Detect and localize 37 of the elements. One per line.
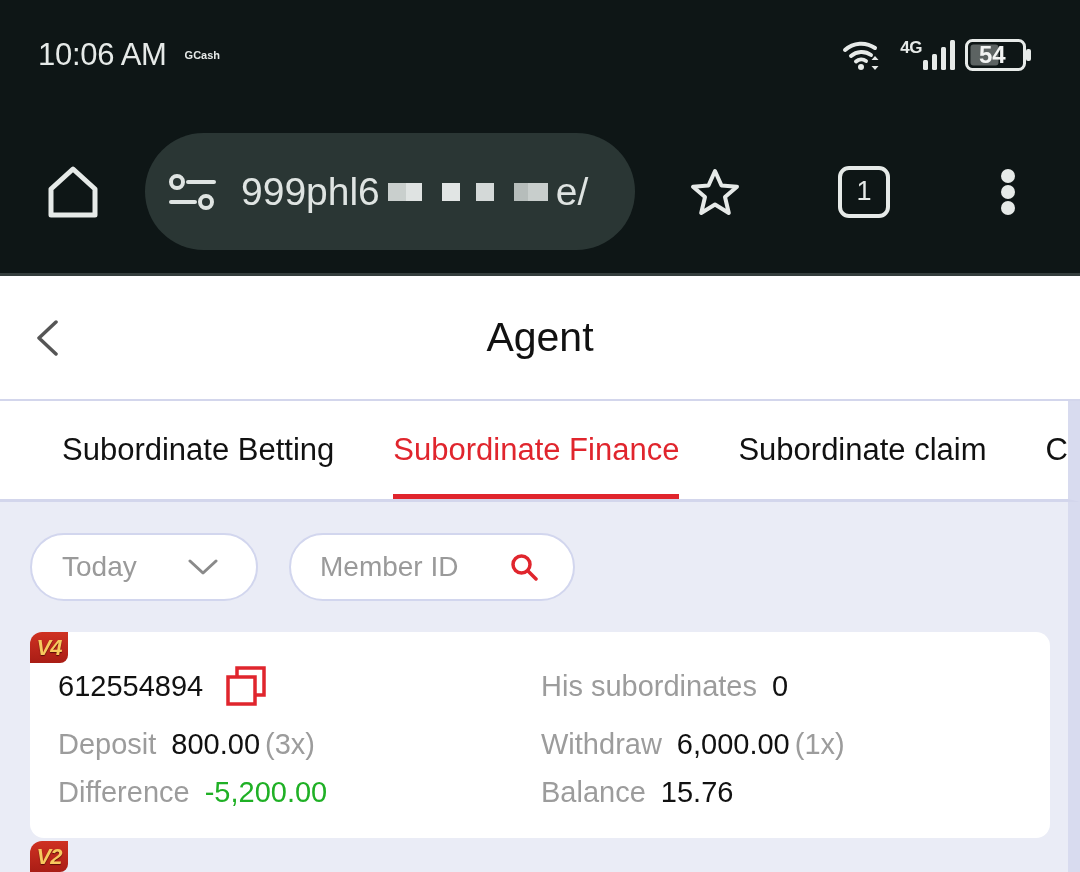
stat-value: -5,200.00: [204, 775, 328, 809]
stat-label: Difference: [58, 775, 190, 809]
page-title: Agent: [486, 314, 594, 362]
more-options-icon[interactable]: [1000, 167, 1016, 216]
stat-value: 6,000.00: [676, 727, 790, 761]
member-id: 612554894: [58, 669, 204, 703]
stat-label: Balance: [541, 775, 646, 809]
url-text[interactable]: e/: [555, 169, 589, 214]
tab-switcher-button[interactable]: 1: [838, 165, 890, 218]
star-icon[interactable]: [690, 167, 740, 216]
tune-icon[interactable]: [168, 173, 216, 210]
stat-label: His subordinates: [541, 669, 757, 703]
tab[interactable]: C: [1045, 401, 1068, 499]
member-id-search-field[interactable]: Member ID: [289, 533, 575, 601]
url-text[interactable]: 999phl6: [241, 169, 380, 214]
search-icon[interactable]: [510, 553, 538, 581]
address-bar[interactable]: 999phl6 e/: [145, 133, 635, 250]
notification-text: GCash: [184, 49, 221, 61]
stat-value: 0: [772, 669, 789, 703]
stat-label: Deposit: [58, 727, 157, 761]
signal-icon: [923, 40, 955, 70]
stat-count: (3x): [265, 727, 315, 761]
stat-label: Withdraw: [541, 727, 662, 761]
tab[interactable]: Subordinate Betting: [62, 401, 335, 499]
network-type-text: 4G: [900, 38, 922, 58]
battery-icon: [965, 39, 1032, 71]
copy-icon[interactable]: [226, 666, 267, 706]
tab[interactable]: Subordinate claim: [738, 401, 987, 499]
stat-value: 15.76: [660, 775, 734, 809]
back-icon[interactable]: [35, 319, 59, 356]
stat-count: (1x): [794, 727, 845, 761]
level-badge: V4: [30, 632, 68, 663]
chevron-down-icon: [188, 559, 218, 575]
battery-level-text: 54: [979, 42, 1006, 68]
level-badge: V2: [30, 841, 68, 872]
status-time: 10:06 AM: [38, 37, 167, 73]
stat-value: 800.00: [171, 727, 261, 761]
